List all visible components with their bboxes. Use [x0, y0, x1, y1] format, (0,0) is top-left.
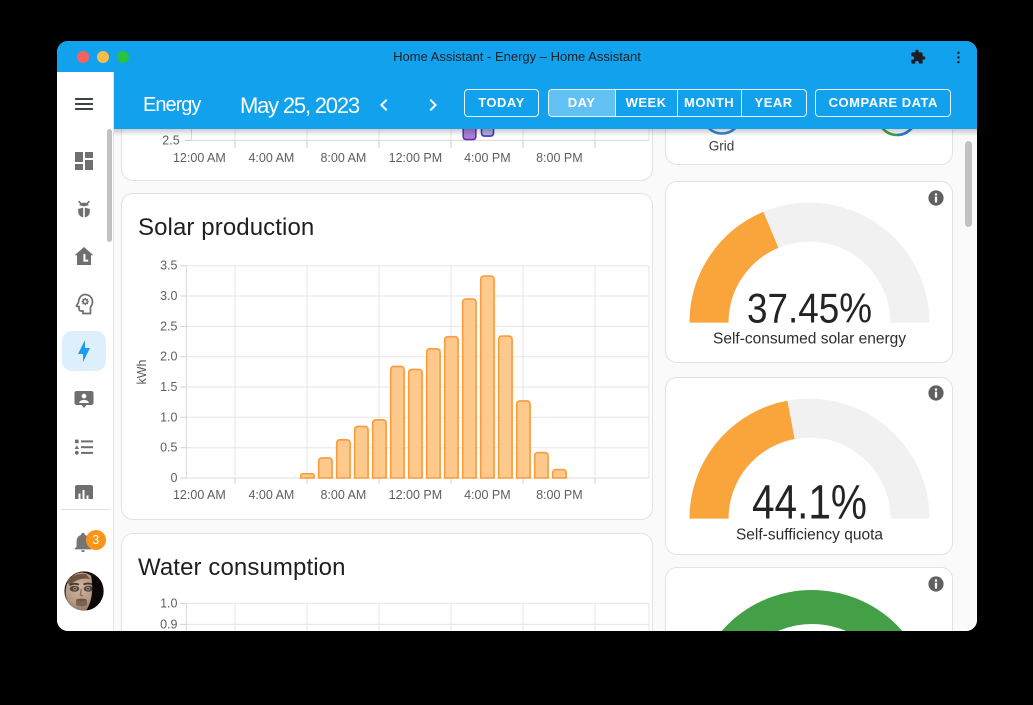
svg-text:0.9: 0.9	[160, 617, 177, 631]
svg-text:12:00 PM: 12:00 PM	[389, 488, 443, 502]
svg-text:0: 0	[171, 471, 178, 485]
svg-text:2.5: 2.5	[160, 319, 177, 333]
svg-text:3.0: 3.0	[160, 289, 177, 303]
svg-text:8:00 PM: 8:00 PM	[536, 488, 583, 502]
svg-text:4:00 AM: 4:00 AM	[248, 488, 294, 502]
svg-text:12:00 PM: 12:00 PM	[389, 151, 443, 165]
svg-text:37.45%: 37.45%	[747, 285, 872, 332]
svg-text:4:00 PM: 4:00 PM	[464, 151, 511, 165]
svg-text:4:00 PM: 4:00 PM	[464, 488, 511, 502]
svg-text:Grid: Grid	[709, 139, 735, 154]
svg-text:0.5: 0.5	[160, 441, 177, 455]
svg-text:1.5: 1.5	[160, 380, 177, 394]
svg-text:12:00 AM: 12:00 AM	[173, 151, 226, 165]
svg-text:kWh: kWh	[135, 359, 149, 384]
svg-text:2.0: 2.0	[160, 350, 177, 364]
svg-text:12:00 AM: 12:00 AM	[173, 488, 226, 502]
svg-text:44.1%: 44.1%	[752, 476, 867, 529]
svg-text:1.0: 1.0	[160, 596, 177, 610]
svg-text:8:00 AM: 8:00 AM	[320, 488, 366, 502]
svg-text:1.0: 1.0	[160, 410, 177, 424]
svg-text:3.5: 3.5	[160, 259, 177, 273]
svg-text:Self-sufficiency quota: Self-sufficiency quota	[736, 526, 883, 543]
svg-text:8:00 PM: 8:00 PM	[536, 151, 583, 165]
svg-text:Self-consumed solar energy: Self-consumed solar energy	[713, 331, 906, 348]
svg-text:8:00 AM: 8:00 AM	[320, 151, 366, 165]
svg-text:4:00 AM: 4:00 AM	[248, 151, 294, 165]
